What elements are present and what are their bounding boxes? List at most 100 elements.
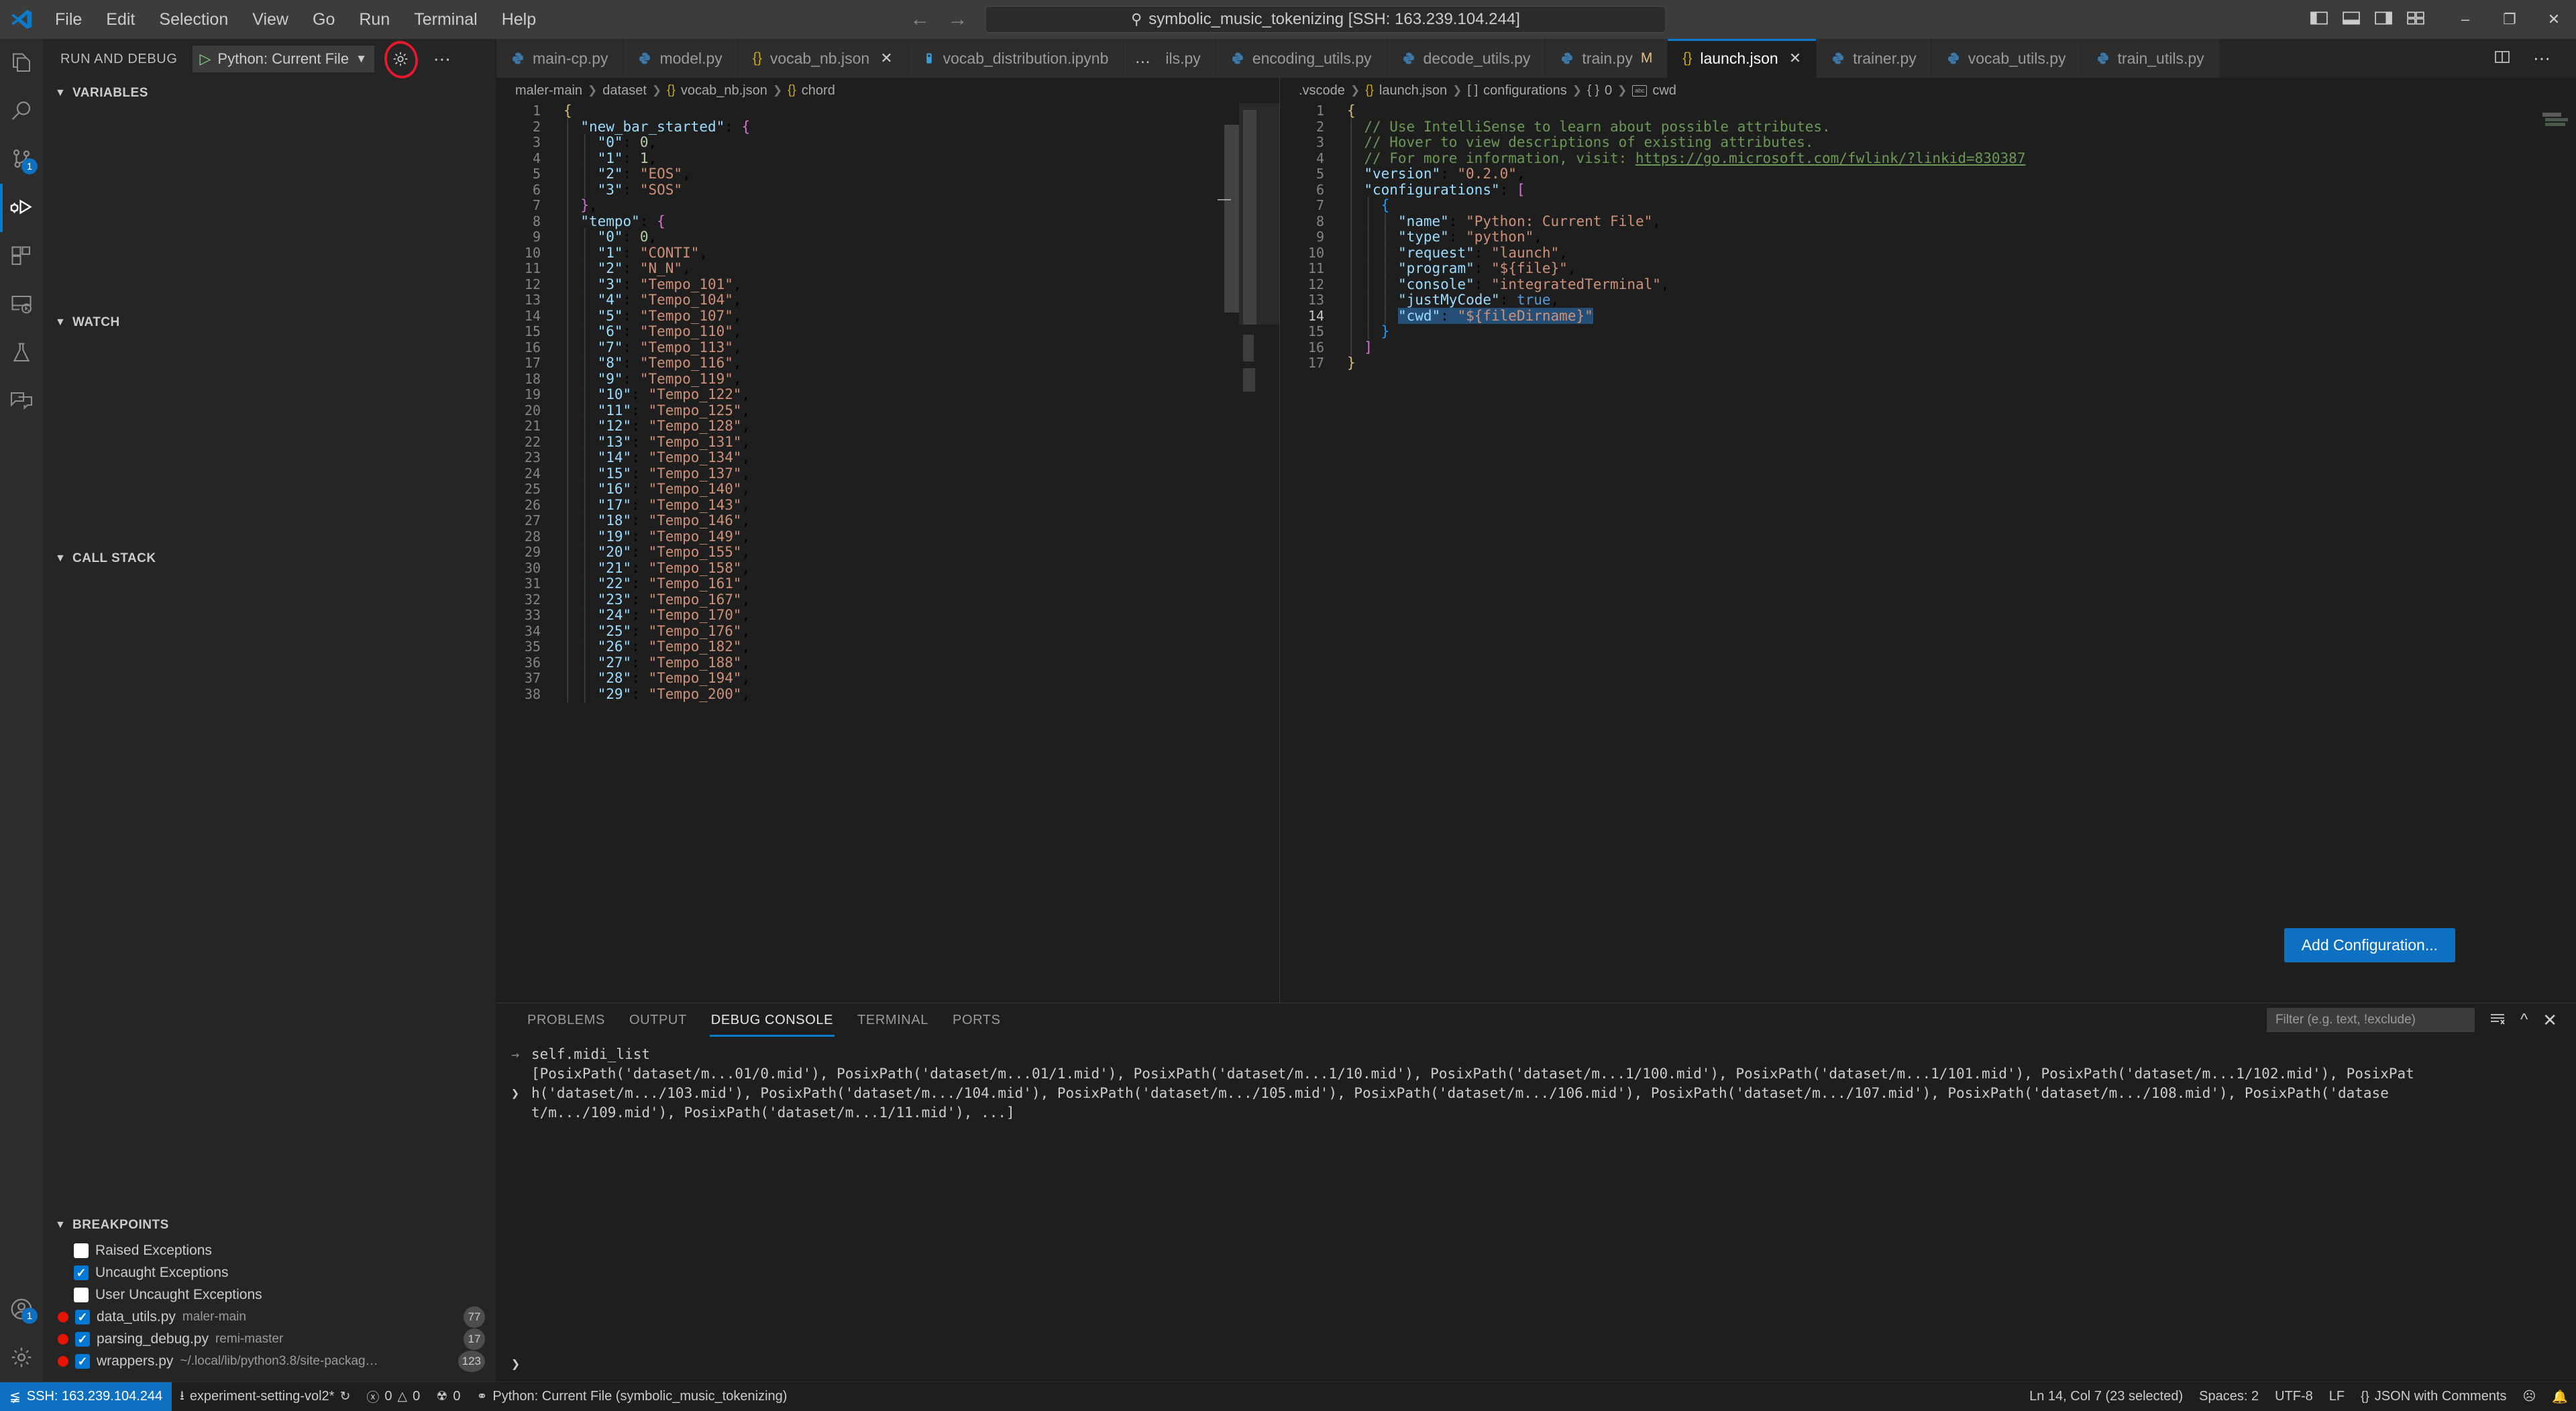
code-line[interactable]: 16 │ ] <box>1280 339 2576 356</box>
menu-view[interactable]: View <box>240 6 301 34</box>
sidebar-item-testing[interactable] <box>0 329 43 377</box>
status-branch[interactable]: ⭳ experiment-setting-vol2* ↻ <box>172 1382 358 1411</box>
tab-problems[interactable]: PROBLEMS <box>515 1003 617 1037</box>
console-repl-input[interactable]: ❯ <box>496 1351 2576 1377</box>
code-line[interactable]: 37 │ │ "28": "Tempo_194", <box>496 670 1279 687</box>
chevron-up-icon[interactable]: ^ <box>2520 1011 2528 1029</box>
code-line[interactable]: 7 │ }, <box>496 197 1279 214</box>
add-configuration-button[interactable]: Add Configuration... <box>2284 928 2455 962</box>
minimize-button[interactable]: – <box>2443 0 2487 39</box>
section-watch[interactable]: ▼ WATCH <box>43 308 496 337</box>
sidebar-item-explorer[interactable] <box>0 39 43 87</box>
status-feedback[interactable]: ☹ <box>2515 1382 2544 1411</box>
code-line[interactable]: 2 │ // Use IntelliSense to learn about po… <box>1280 119 2576 135</box>
breakpoint-wrappers[interactable]: wrappers.py ~/.local/lib/python3.8/site-… <box>43 1350 496 1372</box>
section-breakpoints[interactable]: ▼ BREAKPOINTS <box>43 1211 496 1239</box>
status-debug-config[interactable]: ⚭ Python: Current File (symbolic_music_t… <box>468 1382 795 1411</box>
more-actions-icon[interactable]: ⋯ <box>427 49 459 70</box>
code-line[interactable]: 6 │ │ "3": "SOS" <box>496 182 1279 199</box>
tab-model-py[interactable]: model.py <box>623 39 738 78</box>
status-ports[interactable]: ☢ 0 <box>428 1382 468 1411</box>
close-icon[interactable]: ✕ <box>2542 1010 2557 1031</box>
code-line[interactable]: 19 │ │ "10": "Tempo_122", <box>496 386 1279 403</box>
tab-train-py[interactable]: train.py M <box>1546 39 1668 78</box>
code-content-vocab-nb[interactable]: 1{2 │ "new_bar_started": {3 │ │ "0": 0, 4 │ … <box>496 103 1279 1003</box>
tab-debug-console[interactable]: DEBUG CONSOLE <box>699 1003 845 1037</box>
manage-settings-button[interactable] <box>0 1333 43 1381</box>
code-line[interactable]: 5 │ "version": "0.2.0", <box>1280 166 2576 182</box>
status-remote-indicator[interactable]: ≨ SSH: 163.239.104.244 <box>0 1381 172 1411</box>
breadcrumb-item[interactable]: vocab_nb.json <box>681 83 767 99</box>
menu-edit[interactable]: Edit <box>94 6 147 34</box>
open-launch-json-button[interactable] <box>380 38 421 82</box>
code-line[interactable]: 3 │ │ "0": 0, <box>496 134 1279 151</box>
breadcrumb-item[interactable]: .vscode <box>1299 83 1345 99</box>
code-line[interactable]: 29 │ │ "20": "Tempo_155", <box>496 544 1279 561</box>
code-line[interactable]: 1{ <box>496 103 1279 119</box>
code-line[interactable]: 5 │ │ "2": "EOS", <box>496 166 1279 182</box>
code-line[interactable]: 17} <box>1280 355 2576 372</box>
menu-go[interactable]: Go <box>301 6 347 34</box>
code-line[interactable]: 17 │ │ "8": "Tempo_116", <box>496 355 1279 372</box>
menu-file[interactable]: File <box>43 6 94 34</box>
section-variables[interactable]: ▼ VARIABLES <box>43 79 496 107</box>
code-line[interactable]: 10 │ │ │ "request": "launch", <box>1280 245 2576 262</box>
minimap[interactable] <box>1239 103 1279 1003</box>
close-icon[interactable]: ✕ <box>880 50 892 67</box>
code-line[interactable]: 8 │ │ │ "name": "Python: Current File", <box>1280 213 2576 230</box>
status-encoding[interactable]: UTF-8 <box>2267 1382 2321 1411</box>
toggle-panel-icon[interactable] <box>2343 11 2360 29</box>
tab-main-cp-py[interactable]: main-cp.py <box>496 39 624 78</box>
checkbox[interactable] <box>75 1353 90 1369</box>
breakpoint-raised-exceptions[interactable]: Raised Exceptions <box>43 1239 496 1261</box>
code-line[interactable]: 35 │ │ "26": "Tempo_182", <box>496 638 1279 655</box>
code-line[interactable]: 20 │ │ "11": "Tempo_125", <box>496 402 1279 419</box>
code-line[interactable]: 2 │ "new_bar_started": { <box>496 119 1279 135</box>
status-problems[interactable]: ⓧ 0 △ 0 <box>358 1382 428 1411</box>
arrow-right-icon[interactable]: → <box>948 8 968 31</box>
breakpoint-user-uncaught-exceptions[interactable]: User Uncaught Exceptions <box>43 1284 496 1306</box>
filter-input[interactable]: Filter (e.g. text, !exclude) <box>2266 1008 2475 1032</box>
fold-indicator[interactable]: — <box>1218 192 1231 207</box>
breadcrumb-item[interactable]: chord <box>802 83 835 99</box>
code-line[interactable]: 21 │ │ "12": "Tempo_128", <box>496 418 1279 435</box>
status-eol[interactable]: LF <box>2321 1382 2353 1411</box>
code-line[interactable]: 11 │ │ │ "program": "${file}", <box>1280 260 2576 277</box>
breakpoint-uncaught-exceptions[interactable]: Uncaught Exceptions <box>43 1261 496 1284</box>
customize-layout-icon[interactable] <box>2407 11 2424 29</box>
menu-run[interactable]: Run <box>347 6 402 34</box>
code-line[interactable]: 3 │ // Hover to view descriptions of exis… <box>1280 134 2576 151</box>
code-line[interactable]: 31 │ │ "22": "Tempo_161", <box>496 575 1279 592</box>
code-line[interactable]: 30 │ │ "21": "Tempo_158", <box>496 560 1279 577</box>
more-actions-icon[interactable]: ⋯ <box>2526 48 2559 69</box>
code-line[interactable]: 8 │ "tempo": { <box>496 213 1279 230</box>
code-line[interactable]: 4 │ // For more information, visit: https… <box>1280 150 2576 167</box>
breakpoint-parsing-debug[interactable]: parsing_debug.py remi-master 17 <box>43 1328 496 1350</box>
code-line[interactable]: 28 │ │ "19": "Tempo_149", <box>496 528 1279 545</box>
arrow-left-icon[interactable]: ← <box>910 8 930 31</box>
code-content-launch-json[interactable]: 1{2 │ // Use IntelliSense to learn about … <box>1280 103 2576 1003</box>
tab-train-utils-py[interactable]: train_utils.py <box>2081 39 2220 78</box>
code-line[interactable]: 11 │ │ "2": "N_N", <box>496 260 1279 277</box>
code-line[interactable]: 25 │ │ "16": "Tempo_140", <box>496 481 1279 498</box>
checkbox[interactable] <box>74 1287 89 1302</box>
code-line[interactable]: 24 │ │ "15": "Tempo_137", <box>496 465 1279 482</box>
code-line[interactable]: 14 │ │ "5": "Tempo_107", <box>496 308 1279 325</box>
breadcrumb-item[interactable]: cwd <box>1652 83 1676 99</box>
toggle-secondary-sidebar-icon[interactable] <box>2375 11 2392 29</box>
breadcrumb-item[interactable]: configurations <box>1483 83 1567 99</box>
code-line[interactable]: 15 │ │ } <box>1280 323 2576 340</box>
code-line[interactable]: 18 │ │ "9": "Tempo_119", <box>496 371 1279 388</box>
clear-console-icon[interactable] <box>2489 1011 2506 1029</box>
sidebar-item-run-and-debug[interactable] <box>0 184 43 232</box>
code-line[interactable]: 10 │ │ "1": "CONTI", <box>496 245 1279 262</box>
code-line[interactable]: 36 │ │ "27": "Tempo_188", <box>496 655 1279 671</box>
breadcrumb-item[interactable]: launch.json <box>1379 83 1447 99</box>
code-line[interactable]: 34 │ │ "25": "Tempo_176", <box>496 623 1279 640</box>
code-line[interactable]: 4 │ │ "1": 1, <box>496 150 1279 167</box>
code-line[interactable]: 14 │ │ │ "cwd": "${fileDirname}" <box>1280 307 2576 325</box>
checkbox[interactable] <box>74 1265 89 1280</box>
minimap[interactable] <box>2536 103 2576 1003</box>
code-line[interactable]: 12 │ │ "3": "Tempo_101", <box>496 276 1279 293</box>
section-call-stack[interactable]: ▼ CALL STACK <box>43 545 496 573</box>
